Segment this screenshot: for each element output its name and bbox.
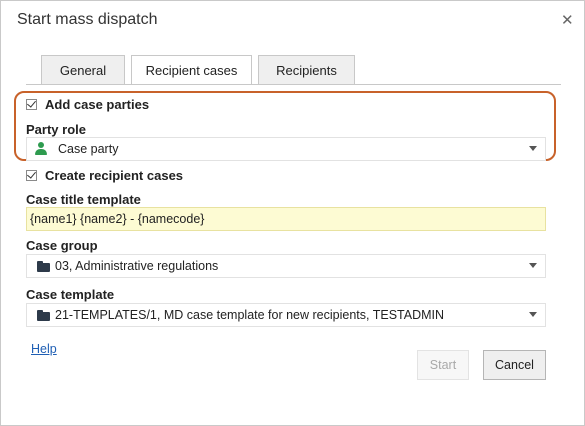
- tab-general[interactable]: General: [41, 55, 125, 84]
- chevron-down-icon: [529, 312, 537, 317]
- dialog-title: Start mass dispatch: [17, 11, 158, 28]
- party-role-label: Party role: [26, 122, 86, 137]
- tab-recipient-cases[interactable]: Recipient cases: [131, 55, 252, 85]
- case-group-label: Case group: [26, 238, 98, 253]
- case-title-template-input[interactable]: {name1} {name2} - {namecode}: [26, 207, 546, 231]
- create-recipient-cases-row[interactable]: Create recipient cases: [26, 168, 183, 183]
- folder-icon: [37, 260, 50, 272]
- create-recipient-cases-label: Create recipient cases: [45, 168, 184, 183]
- cancel-button[interactable]: Cancel: [483, 350, 546, 380]
- add-case-parties-label: Add case parties: [45, 97, 150, 112]
- case-template-select[interactable]: 21-TEMPLATES/1, MD case template for new…: [26, 303, 546, 327]
- create-recipient-cases-checkbox[interactable]: [26, 170, 37, 181]
- tab-recipients[interactable]: Recipients: [258, 55, 355, 84]
- chevron-down-icon: [529, 263, 537, 268]
- help-link[interactable]: Help: [31, 342, 57, 356]
- tab-divider: [26, 84, 561, 85]
- person-icon: [34, 142, 48, 156]
- add-case-parties-row[interactable]: Add case parties: [26, 97, 149, 112]
- add-case-parties-checkbox[interactable]: [26, 99, 37, 110]
- start-button[interactable]: Start: [417, 350, 469, 380]
- case-group-value: 03, Administrative regulations: [55, 259, 219, 273]
- case-group-select[interactable]: 03, Administrative regulations: [26, 254, 546, 278]
- close-icon[interactable]: ✕: [561, 11, 574, 29]
- party-role-value: Case party: [58, 142, 119, 156]
- mass-dispatch-dialog: Start mass dispatch ✕ General Recipient …: [0, 0, 585, 426]
- case-template-label: Case template: [26, 287, 115, 302]
- case-template-value: 21-TEMPLATES/1, MD case template for new…: [55, 308, 445, 322]
- party-role-select[interactable]: Case party: [26, 137, 546, 161]
- chevron-down-icon: [529, 146, 537, 151]
- case-title-template-label: Case title template: [26, 192, 141, 207]
- folder-icon: [37, 309, 50, 321]
